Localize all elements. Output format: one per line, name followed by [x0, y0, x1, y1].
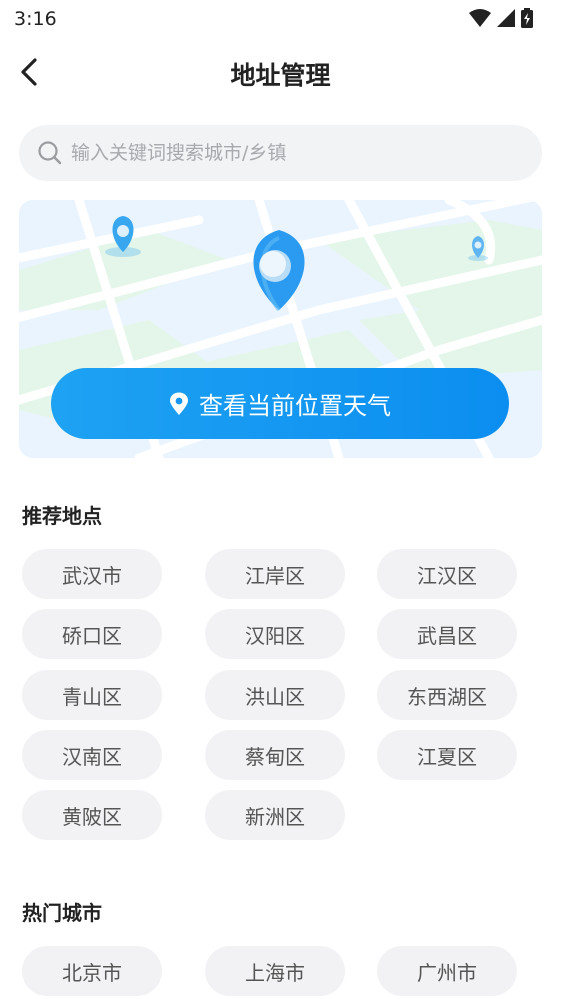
current-location-weather-label: 查看当前位置天气 [199, 392, 391, 420]
recommended-chip[interactable]: 东西湖区 [377, 670, 517, 720]
recommended-chip[interactable]: 硚口区 [22, 609, 162, 659]
status-icons [469, 8, 533, 28]
recommended-chip[interactable]: 江汉区 [377, 549, 517, 599]
recommended-chip[interactable]: 江夏区 [377, 730, 517, 780]
search-input[interactable] [71, 125, 522, 181]
hot-city-chip[interactable]: 上海市 [205, 946, 345, 996]
wifi-icon [469, 9, 491, 27]
recommended-chip[interactable]: 青山区 [22, 670, 162, 720]
search-icon [38, 141, 62, 165]
battery-icon [521, 8, 533, 28]
signal-icon [497, 9, 515, 27]
hot-city-chip[interactable]: 北京市 [22, 946, 162, 996]
recommended-chip[interactable]: 武昌区 [377, 609, 517, 659]
header: 地址管理 [0, 44, 561, 100]
status-bar: 3:16 [0, 0, 561, 38]
recommended-chip[interactable]: 汉南区 [22, 730, 162, 780]
map-card: 查看当前位置天气 [19, 200, 542, 458]
search-box[interactable] [19, 125, 542, 181]
hot-cities-section-title: 热门城市 [22, 901, 102, 925]
status-time: 3:16 [14, 8, 57, 30]
location-pin-icon [170, 392, 188, 415]
recommended-chip[interactable]: 汉阳区 [205, 609, 345, 659]
current-location-weather-button[interactable]: 查看当前位置天气 [51, 368, 509, 439]
recommended-chip[interactable]: 洪山区 [205, 670, 345, 720]
recommended-chip[interactable]: 黄陂区 [22, 790, 162, 840]
page-title: 地址管理 [230, 61, 331, 90]
recommended-section-title: 推荐地点 [22, 504, 102, 528]
recommended-chip[interactable]: 蔡甸区 [205, 730, 345, 780]
recommended-chip[interactable]: 新洲区 [205, 790, 345, 840]
recommended-chip[interactable]: 武汉市 [22, 549, 162, 599]
hot-city-chip[interactable]: 广州市 [377, 946, 517, 996]
recommended-chip[interactable]: 江岸区 [205, 549, 345, 599]
